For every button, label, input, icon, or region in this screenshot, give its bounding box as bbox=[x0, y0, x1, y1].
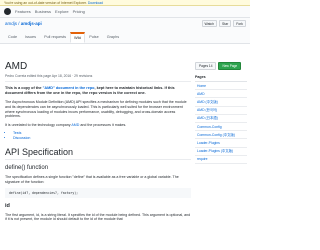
amd-company-link[interactable]: AMD bbox=[71, 123, 79, 127]
toc-discussion-link[interactable]: Discussion bbox=[13, 136, 191, 141]
sidebar-page-home[interactable]: Home bbox=[195, 82, 247, 91]
ie-warning-text: You're using an out-of-date version of I… bbox=[4, 1, 87, 5]
page-meta: Pedro Correia edited this page Apr 18, 2… bbox=[5, 74, 93, 78]
ie-download-link[interactable]: Download bbox=[88, 1, 103, 5]
repo-actions: Watch Star Fork bbox=[201, 20, 246, 27]
fork-button[interactable]: Fork bbox=[233, 20, 246, 27]
repo-owner-link[interactable]: amdjs bbox=[5, 21, 17, 26]
sidebar-page-amd-ja[interactable]: AMD (日本語) bbox=[195, 115, 247, 123]
tab-code[interactable]: Code bbox=[4, 32, 21, 43]
repo-tabs: Code Issues Pull requests Wiki Pulse Gra… bbox=[4, 32, 123, 43]
notice-link[interactable]: "AMD" document in the repo bbox=[43, 86, 95, 90]
sidebar-page-amd-ko[interactable]: AMD (한국어) bbox=[195, 107, 247, 115]
sidebar-page-require[interactable]: require bbox=[195, 156, 247, 164]
new-page-button[interactable]: New Page bbox=[218, 62, 242, 70]
wiki-sidebar: Pages 14 New Page Pages Home AMD AMD (中文… bbox=[195, 62, 247, 164]
define-description: The specification defines a single funct… bbox=[5, 174, 179, 184]
id-description: The first argument, id, is a string lite… bbox=[5, 212, 191, 222]
sidebar-page-loader-plugins-zh[interactable]: Loader-Plugins (中文版) bbox=[195, 148, 247, 156]
github-logo-icon[interactable] bbox=[4, 8, 11, 15]
repo-breadcrumb: amdjs / amdjs-api bbox=[5, 21, 42, 26]
nav-explore[interactable]: Explore bbox=[55, 9, 69, 14]
intro-paragraph: The Asynchronous Module Definition (AMD)… bbox=[5, 100, 187, 119]
star-button[interactable]: Star bbox=[218, 20, 232, 27]
repo-header: amdjs / amdjs-api Watch Star Fork Code I… bbox=[0, 18, 250, 44]
wiki-content: AMD Pedro Correia edited this page Apr 1… bbox=[5, 47, 191, 222]
sidebar-actions: Pages 14 New Page bbox=[195, 62, 247, 70]
tab-issues[interactable]: Issues bbox=[21, 32, 40, 43]
notice-prefix: This is a copy of the bbox=[5, 86, 42, 90]
section-heading: API Specification bbox=[5, 147, 191, 160]
intro2-prefix: It is unrelated to the technology compan… bbox=[5, 123, 71, 128]
subsection-heading: define() function bbox=[5, 164, 49, 171]
toc-list: Tests Discussion bbox=[5, 131, 191, 141]
intro2-paragraph: It is unrelated to the technology compan… bbox=[5, 123, 191, 128]
tab-pulse[interactable]: Pulse bbox=[85, 32, 103, 43]
define-signature-code: define(id?, dependencies?, factory); bbox=[5, 187, 191, 198]
pages-count-button[interactable]: Pages 14 bbox=[195, 62, 217, 70]
historical-notice: This is a copy of the "AMD" document in … bbox=[5, 86, 191, 96]
site-header: Features Business Explore Pricing bbox=[0, 6, 250, 18]
sidebar-page-amd-zh[interactable]: AMD (中文版) bbox=[195, 98, 247, 107]
sidebar-page-list: Home AMD AMD (中文版) AMD (한국어) AMD (日本語) C… bbox=[195, 82, 247, 164]
sidebar-page-common-config-zh[interactable]: Common-Config (中文版) bbox=[195, 131, 247, 140]
nav-features[interactable]: Features bbox=[15, 9, 31, 14]
repo-name-link[interactable]: amdjs-api bbox=[21, 21, 42, 26]
tab-pull-requests[interactable]: Pull requests bbox=[40, 32, 70, 43]
watch-button[interactable]: Watch bbox=[201, 20, 217, 27]
sidebar-page-amd[interactable]: AMD bbox=[195, 90, 247, 99]
tab-wiki[interactable]: Wiki bbox=[70, 32, 86, 43]
divider bbox=[5, 81, 191, 82]
id-heading: id bbox=[5, 202, 10, 209]
page-title: AMD bbox=[5, 61, 28, 72]
sidebar-page-loader-plugins[interactable]: Loader-Plugins bbox=[195, 139, 247, 148]
intro2-suffix: and the processors it makes. bbox=[80, 123, 127, 128]
sidebar-page-common-config[interactable]: Common-Config bbox=[195, 123, 247, 132]
sidebar-heading: Pages bbox=[195, 73, 247, 82]
tab-graphs[interactable]: Graphs bbox=[103, 32, 123, 43]
nav-business[interactable]: Business bbox=[35, 9, 51, 14]
nav-pricing[interactable]: Pricing bbox=[73, 9, 85, 14]
